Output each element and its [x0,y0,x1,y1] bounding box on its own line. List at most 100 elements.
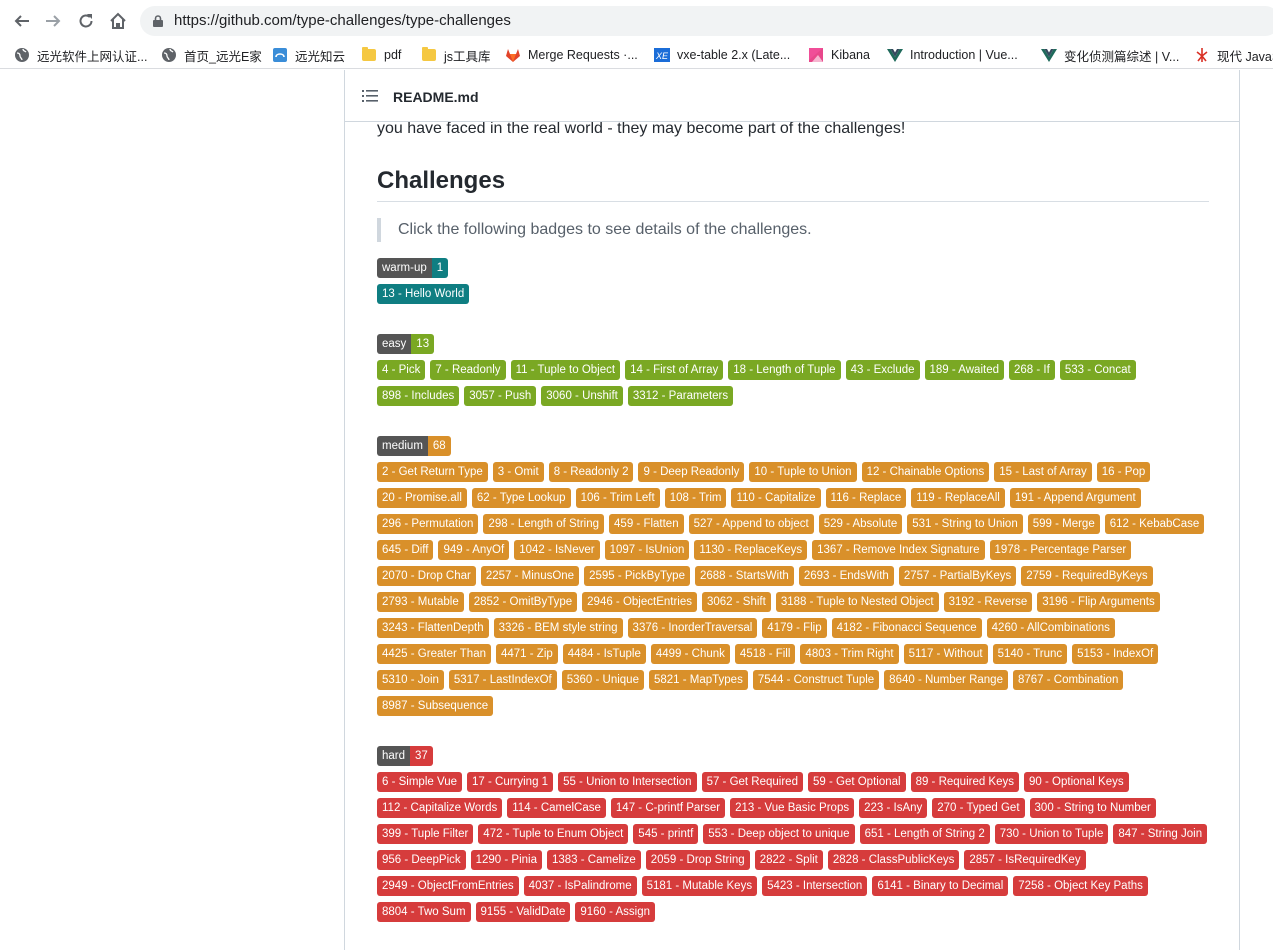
challenge-badge[interactable]: 2693 - EndsWith [798,566,894,586]
challenge-badge[interactable]: 20 - Promise.all [377,488,467,508]
challenge-badge[interactable]: 114 - CamelCase [507,798,606,818]
challenge-badge[interactable]: 1042 - IsNever [514,540,600,560]
challenge-badge[interactable]: 9160 - Assign [575,902,656,922]
bookmark-item[interactable]: 首页_远光E家 [161,45,262,65]
challenge-badge[interactable]: 2757 - PartialByKeys [898,566,1017,586]
challenge-badge[interactable]: 57 - Get Required [701,772,803,792]
hard-label-badge[interactable]: hard 37 [377,746,433,766]
challenge-badge[interactable]: 119 - ReplaceAll [911,488,1005,508]
challenge-badge[interactable]: 2822 - Split [754,850,823,870]
challenge-badge[interactable]: 3 - Omit [492,462,544,482]
bookmark-folder[interactable]: js工具库 [421,45,491,65]
challenge-badge[interactable]: 2 - Get Return Type [377,462,488,482]
challenge-badge[interactable]: 1383 - Camelize [547,850,641,870]
challenge-badge[interactable]: 62 - Type Lookup [471,488,571,508]
challenge-badge[interactable]: 55 - Union to Intersection [558,772,697,792]
challenge-badge[interactable]: 108 - Trim [664,488,727,508]
challenge-badge[interactable]: 553 - Deep object to unique [703,824,855,844]
challenge-badge[interactable]: 5153 - IndexOf [1072,644,1159,664]
challenge-badge[interactable]: 5117 - Without [903,644,988,664]
challenge-badge[interactable]: 1978 - Percentage Parser [989,540,1132,560]
challenge-badge[interactable]: 847 - String Join [1113,824,1208,844]
challenge-badge[interactable]: 15 - Last of Array [994,462,1092,482]
challenge-badge[interactable]: 1130 - ReplaceKeys [694,540,808,560]
challenge-badge[interactable]: 18 - Length of Tuple [728,360,841,380]
challenge-badge[interactable]: 3196 - Flip Arguments [1037,592,1160,612]
challenge-badge[interactable]: 2257 - MinusOne [480,566,580,586]
challenge-badge[interactable]: 5360 - Unique [561,670,644,690]
challenge-badge[interactable]: 12 - Chainable Options [861,462,990,482]
bookmark-item[interactable]: Kibana [808,45,870,65]
challenge-badge[interactable]: 89 - Required Keys [910,772,1020,792]
challenge-badge[interactable]: 106 - Trim Left [575,488,660,508]
challenge-badge[interactable]: 3188 - Tuple to Nested Object [775,592,939,612]
challenge-badge[interactable]: 3376 - InorderTraversal [627,618,758,638]
challenge-badge[interactable]: 645 - Diff [377,540,434,560]
challenge-badge[interactable]: 300 - String to Number [1029,798,1156,818]
challenge-badge[interactable]: 5310 - Join [377,670,444,690]
challenge-badge[interactable]: 2759 - RequiredByKeys [1021,566,1153,586]
challenge-badge[interactable]: 8 - Readonly 2 [548,462,634,482]
challenge-badge[interactable]: 11 - Tuple to Object [510,360,621,380]
warm-up-label-badge[interactable]: warm-up 1 [377,258,449,278]
challenge-badge[interactable]: 4 - Pick [377,360,426,380]
challenge-badge[interactable]: 651 - Length of String 2 [859,824,990,844]
challenge-badge[interactable]: 5821 - MapTypes [648,670,748,690]
challenge-badge[interactable]: 4499 - Chunk [650,644,730,664]
address-bar[interactable]: https://github.com/type-challenges/type-… [140,6,1273,36]
challenge-badge[interactable]: 189 - Awaited [924,360,1004,380]
challenge-badge[interactable]: 90 - Optional Keys [1024,772,1129,792]
challenge-badge[interactable]: 9 - Deep Readonly [638,462,745,482]
challenge-badge[interactable]: 527 - Append to object [688,514,814,534]
challenge-badge[interactable]: 3060 - Unshift [541,386,623,406]
challenge-badge[interactable]: 2857 - IsRequiredKey [964,850,1086,870]
challenge-badge[interactable]: 1367 - Remove Index Signature [812,540,985,560]
challenge-badge[interactable]: 529 - Absolute [818,514,903,534]
challenge-badge[interactable]: 13 - Hello World [377,284,470,304]
challenge-badge[interactable]: 4260 - AllCombinations [986,618,1115,638]
challenge-badge[interactable]: 949 - AnyOf [438,540,510,560]
challenge-badge[interactable]: 2688 - StartsWith [694,566,794,586]
challenge-badge[interactable]: 116 - Replace [825,488,907,508]
challenge-badge[interactable]: 298 - Length of String [483,514,605,534]
challenge-badge[interactable]: 8640 - Number Range [884,670,1008,690]
challenge-badge[interactable]: 7544 - Construct Tuple [752,670,880,690]
bookmark-item[interactable]: XE vxe-table 2.x (Late... [654,45,790,65]
challenge-badge[interactable]: 1097 - IsUnion [604,540,690,560]
back-button[interactable] [9,8,35,34]
challenge-badge[interactable]: 5423 - Intersection [762,876,868,896]
challenge-badge[interactable]: 110 - Capitalize [731,488,821,508]
challenge-badge[interactable]: 2852 - OmitByType [468,592,578,612]
challenge-badge[interactable]: 296 - Permutation [377,514,479,534]
readme-title[interactable]: README.md [393,89,479,105]
challenge-badge[interactable]: 612 - KebabCase [1104,514,1205,534]
challenge-badge[interactable]: 14 - First of Array [625,360,724,380]
challenge-badge[interactable]: 3326 - BEM style string [493,618,623,638]
bookmark-item[interactable]: Merge Requests ·... [505,45,638,65]
challenge-badge[interactable]: 9155 - ValidDate [475,902,571,922]
challenge-badge[interactable]: 5181 - Mutable Keys [641,876,758,896]
challenge-badge[interactable]: 4471 - Zip [496,644,558,664]
challenge-badge[interactable]: 545 - printf [633,824,699,844]
challenge-badge[interactable]: 4518 - Fill [734,644,796,664]
challenge-badge[interactable]: 4803 - Trim Right [800,644,899,664]
challenge-badge[interactable]: 4179 - Flip [762,618,827,638]
list-unordered-icon[interactable] [362,89,378,103]
bookmark-item[interactable]: 远光知云 [272,45,345,65]
challenge-badge[interactable]: 459 - Flatten [609,514,684,534]
challenge-badge[interactable]: 223 - IsAny [859,798,928,818]
challenge-badge[interactable]: 599 - Merge [1027,514,1100,534]
challenge-badge[interactable]: 191 - Append Argument [1009,488,1141,508]
challenge-badge[interactable]: 4037 - IsPalindrome [523,876,637,896]
challenge-badge[interactable]: 3192 - Reverse [943,592,1033,612]
challenge-badge[interactable]: 6 - Simple Vue [377,772,462,792]
challenge-badge[interactable]: 2949 - ObjectFromEntries [377,876,519,896]
challenge-badge[interactable]: 17 - Currying 1 [467,772,554,792]
challenge-badge[interactable]: 2059 - Drop String [645,850,750,870]
challenge-badge[interactable]: 2793 - Mutable [377,592,464,612]
challenge-badge[interactable]: 147 - C-printf Parser [610,798,726,818]
challenge-badge[interactable]: 2946 - ObjectEntries [582,592,697,612]
challenge-badge[interactable]: 531 - String to Union [907,514,1023,534]
challenge-badge[interactable]: 2828 - ClassPublicKeys [827,850,960,870]
challenge-badge[interactable]: 4425 - Greater Than [377,644,491,664]
